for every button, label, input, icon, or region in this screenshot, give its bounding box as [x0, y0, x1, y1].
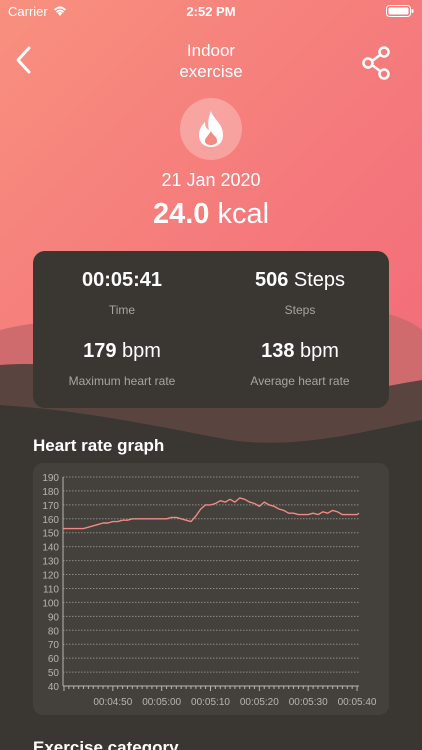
- y-tick-label: 90: [48, 612, 60, 623]
- y-tick-label: 160: [42, 515, 59, 526]
- stat-max-hr-unit: bpm: [122, 340, 161, 362]
- x-tick-label: 00:05:00: [142, 697, 181, 708]
- stat-avg-hr-label: Average heart rate: [250, 374, 350, 388]
- stat-time: 00:05:41 Time: [33, 269, 211, 317]
- stat-max-heart-rate: 179 bpm Maximum heart rate: [33, 340, 211, 388]
- stat-steps-value: 506: [254, 269, 289, 291]
- share-icon: [362, 46, 390, 80]
- x-tick-label: 00:04:50: [93, 697, 132, 708]
- stat-time-value: 00:05:41: [81, 269, 163, 291]
- y-tick-label: 60: [48, 654, 60, 665]
- stat-avg-hr-value: 138: [261, 340, 295, 362]
- share-button[interactable]: [362, 46, 392, 80]
- page-title: Indoor exercise: [110, 40, 312, 82]
- heart-rate-graph-card: 190 180 170 160 150 140 130 120 110 100 90 80 70 60 50…: [33, 463, 389, 715]
- status-bar: Carrier 2:52 PM: [0, 0, 422, 22]
- stat-steps: 506 Steps Steps: [211, 269, 389, 317]
- stat-avg-heart-rate: 138 bpm Average heart rate: [211, 340, 389, 388]
- y-tick-label: 140: [42, 543, 59, 554]
- stat-steps-unit: Steps: [293, 269, 346, 291]
- heart-rate-chart: 190 180 170 160 150 140 130 120 110 100 90 80 70 60 50…: [42, 473, 377, 708]
- chevron-left-icon: [16, 46, 31, 74]
- calories-unit: kcal: [217, 198, 270, 230]
- exercise-date: 21 Jan 2020: [161, 170, 261, 190]
- y-tick-label: 130: [42, 557, 59, 568]
- x-tick-label: 00:05:10: [191, 697, 230, 708]
- y-tick-label: 100: [42, 598, 59, 609]
- stat-max-hr-value: 179: [83, 340, 117, 362]
- stat-avg-hr-unit: bpm: [300, 340, 339, 362]
- exercise-category-title: Exercise category: [33, 738, 179, 750]
- page-title-line1: Indoor: [186, 41, 236, 60]
- flame-badge: [180, 98, 242, 160]
- stat-time-label: Time: [108, 303, 136, 317]
- y-tick-label: 150: [42, 529, 59, 540]
- y-tick-label: 80: [48, 626, 60, 637]
- battery-icon: [386, 5, 414, 20]
- y-tick-label: 190: [42, 473, 59, 484]
- y-tick-label: 120: [42, 571, 59, 582]
- page-title-line2: exercise: [179, 62, 243, 81]
- calories-total: 24.0 kcal: [0, 198, 422, 231]
- flame-icon: [199, 111, 223, 147]
- y-tick-label: 40: [48, 682, 60, 693]
- stats-card: 00:05:41 Time 506 Steps Steps 179 bpm Ma…: [33, 251, 389, 408]
- stat-max-hr-label: Maximum heart rate: [68, 374, 176, 388]
- calories-value: 24.0: [152, 198, 210, 230]
- y-tick-label: 180: [42, 487, 59, 498]
- heart-rate-graph-title: Heart rate graph: [33, 436, 165, 455]
- back-button[interactable]: [12, 44, 36, 76]
- x-tick-label: 00:05:20: [240, 697, 279, 708]
- y-tick-label: 70: [48, 640, 60, 651]
- stat-steps-label: Steps: [284, 303, 316, 317]
- status-time: 2:52 PM: [186, 4, 236, 19]
- heart-rate-line: [63, 497, 360, 530]
- x-tick-label: 00:05:40: [338, 697, 377, 708]
- y-tick-label: 170: [42, 501, 59, 512]
- y-tick-label: 110: [43, 584, 59, 595]
- y-tick-label: 50: [48, 668, 60, 679]
- x-tick-label: 00:05:30: [289, 697, 328, 708]
